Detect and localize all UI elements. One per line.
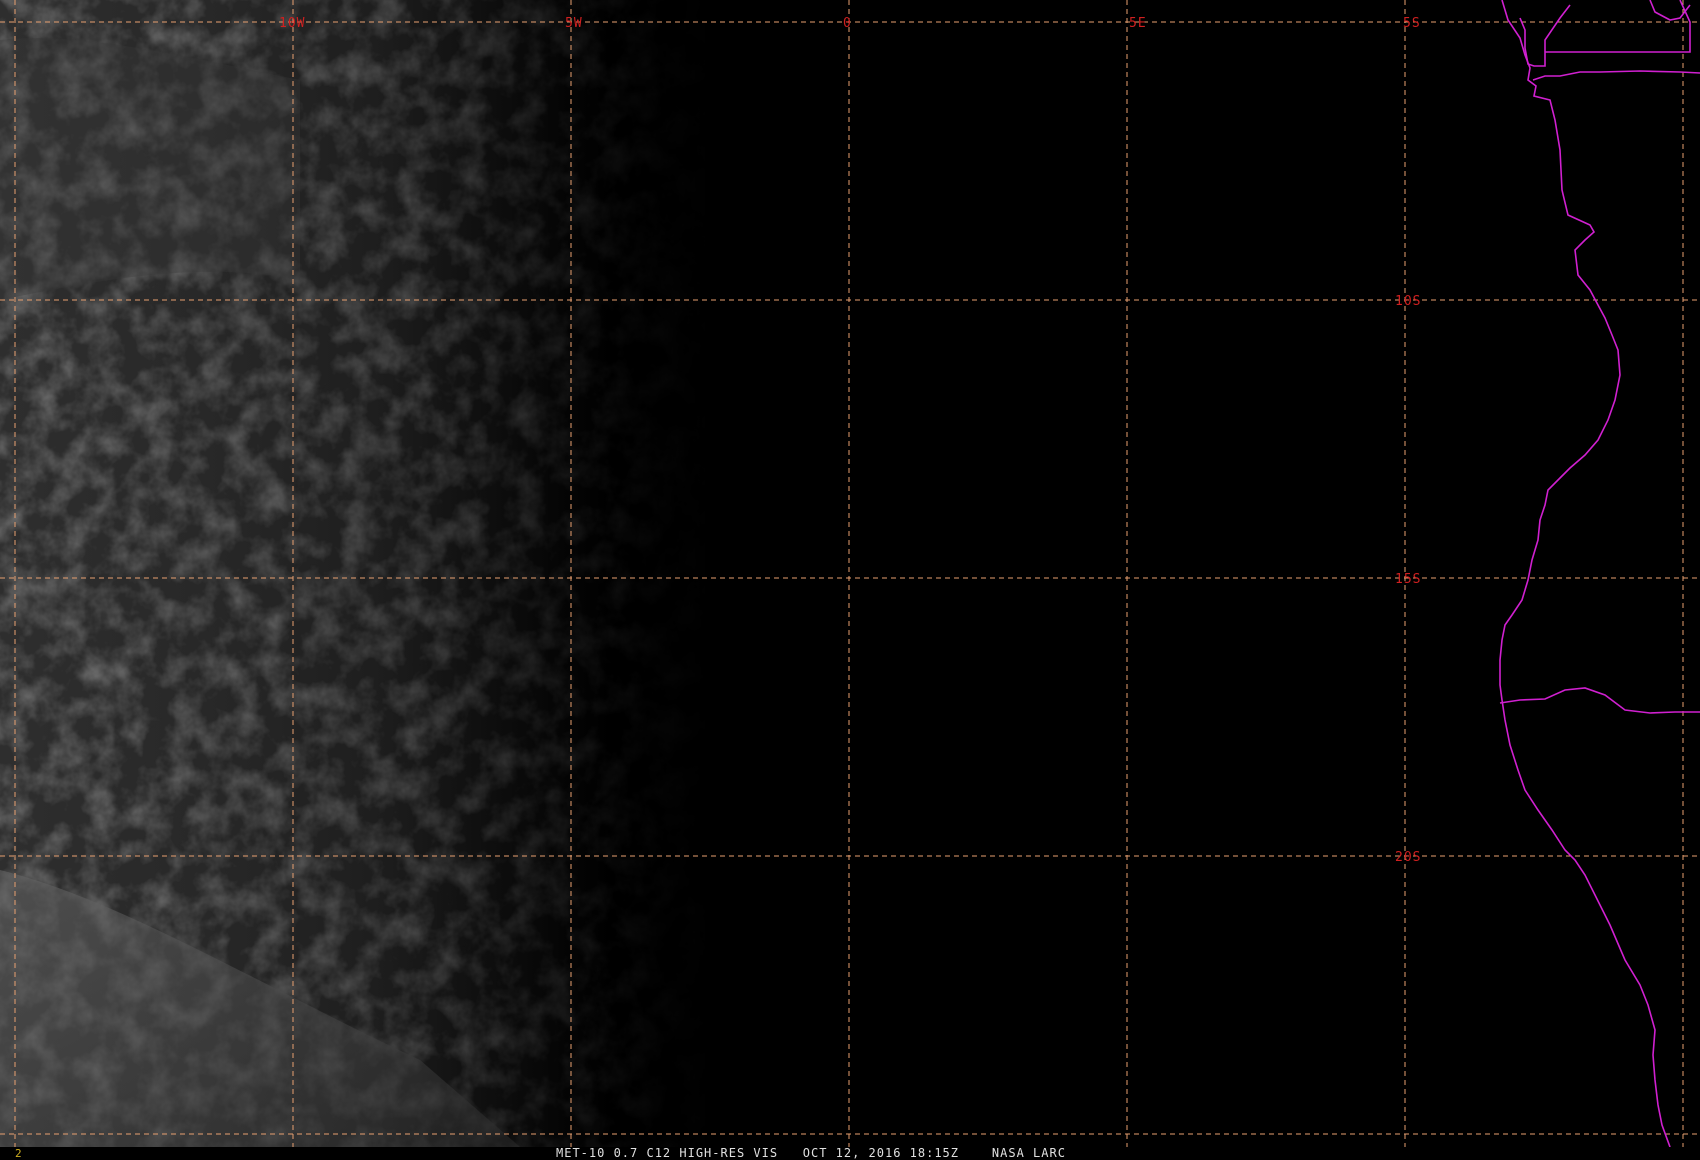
latitude-label: 20S [1395,850,1421,865]
image-caption: MET-10 0.7 C12 HIGH-RES VIS OCT 12, 2016… [556,1146,1066,1160]
satellite-image-viewer: 10W 5W 0 5E 5S 10S 15S 20S 2 MET-10 0.7 … [0,0,1700,1160]
longitude-label: 5E [1129,16,1147,31]
cabinda-border [1519,4,1571,67]
angola-namibia-border [1499,687,1700,714]
latitude-label: 15S [1395,572,1421,587]
image-caption-bar: 2 MET-10 0.7 C12 HIGH-RES VIS OCT 12, 20… [0,1147,1700,1160]
latitude-label: 10S [1395,294,1421,309]
african-coastline [1499,0,1671,1147]
coastline-and-borders [1499,0,1700,1147]
drc-border [1545,0,1691,53]
frame-number: 2 [15,1147,22,1160]
map-overlay: 10W 5W 0 5E 5S 10S 15S 20S [0,0,1700,1147]
longitude-label: 0 [843,16,852,31]
longitude-label: 5W [565,16,583,31]
graticule-labels: 10W 5W 0 5E 5S 10S 15S 20S [279,16,1421,865]
graticule [0,0,1700,1147]
longitude-label: 10W [279,16,305,31]
northern-border [1532,70,1700,81]
latitude-label: 5S [1403,16,1421,31]
